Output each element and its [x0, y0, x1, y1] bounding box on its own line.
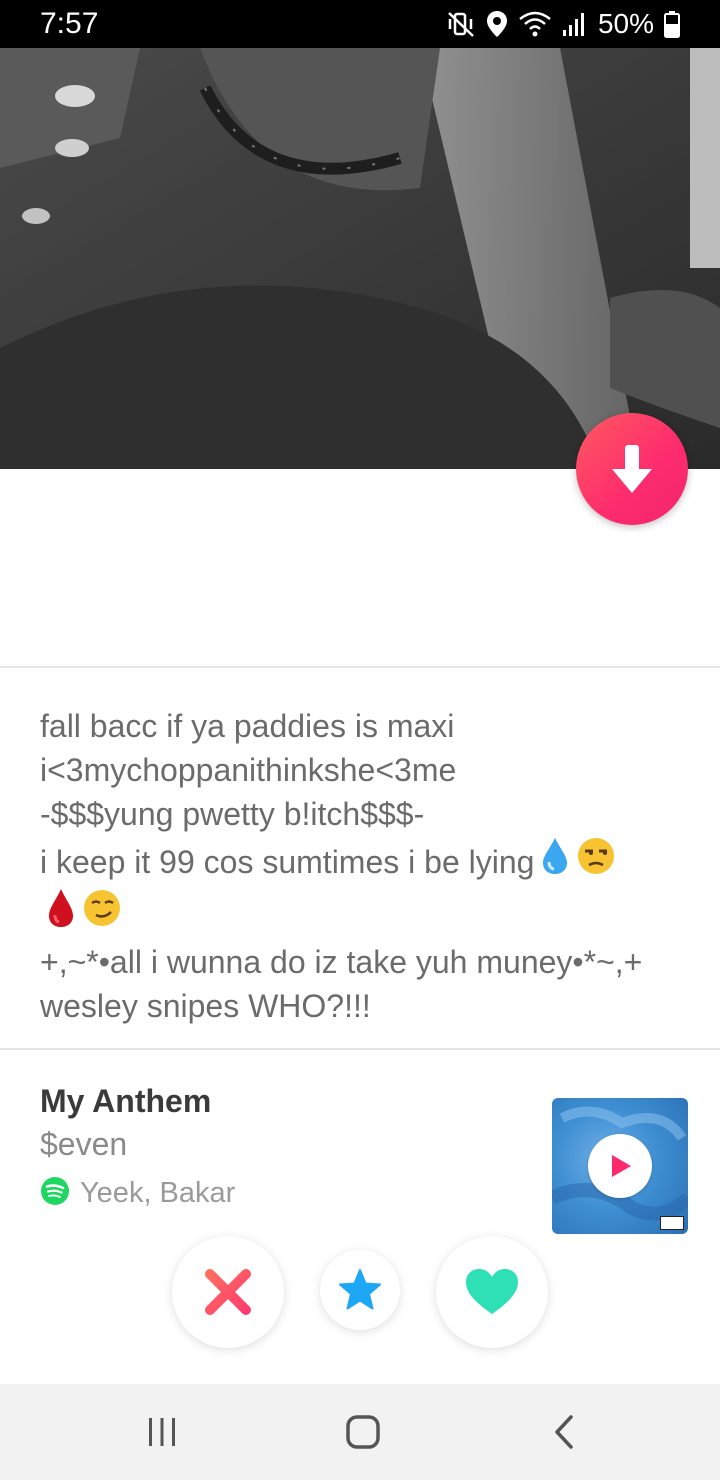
droplet-icon [540, 836, 570, 887]
status-time: 7:57 [40, 7, 99, 40]
status-bar: 7:57 50% [0, 0, 720, 48]
heart-icon [466, 1269, 518, 1314]
profile-photo[interactable] [0, 48, 720, 469]
bio-line: -$$$yung pwetty b!itch$$$- [40, 796, 425, 832]
parental-advisory-label [660, 1216, 684, 1230]
album-art[interactable] [552, 1098, 688, 1234]
play-anthem-button[interactable] [588, 1134, 652, 1198]
back-icon [555, 1415, 573, 1449]
mute-vibrate-icon [446, 10, 476, 38]
anthem-artist: Yeek, Bakar [80, 1177, 236, 1209]
bio-line-emoji [40, 887, 690, 940]
home-button[interactable] [333, 1408, 393, 1456]
recent-apps-icon [149, 1418, 175, 1446]
nope-button[interactable] [172, 1236, 284, 1348]
signal-icon [562, 10, 588, 38]
smirking-face-icon [82, 888, 122, 939]
bio-line: i keep it 99 cos sumtimes i be lying [40, 843, 535, 880]
location-icon [486, 10, 508, 38]
play-icon [612, 1155, 631, 1177]
unamused-face-icon [576, 836, 616, 887]
drop-of-blood-icon [46, 887, 76, 940]
battery-percent: 50% [597, 8, 654, 39]
anthem-song-title: $even [40, 1126, 128, 1162]
bio-line-emoji: i keep it 99 cos sumtimes i be lying [40, 836, 690, 887]
home-icon [346, 1415, 380, 1449]
anthem-artist-row: Yeek, Bakar [40, 1176, 235, 1211]
bio-line: wesley snipes WHO?!!! [40, 988, 371, 1024]
bio-line: i<3mychoppanithinkshe<3me [40, 752, 457, 788]
divider [0, 666, 720, 668]
divider [0, 1048, 720, 1050]
spotify-icon [40, 1176, 70, 1211]
super-like-button[interactable] [320, 1250, 400, 1330]
expand-profile-button[interactable] [576, 413, 688, 525]
status-icons: 50% [446, 9, 680, 39]
profile-bio: fall bacc if ya paddies is maxi i<3mycho… [40, 704, 690, 1028]
bio-line: +,~*•all i wunna do iz take yuh muney•*~… [40, 944, 643, 980]
wifi-icon [518, 10, 552, 38]
action-bar [0, 1236, 720, 1384]
star-icon [339, 1269, 381, 1310]
battery-icon [664, 10, 680, 38]
back-button[interactable] [534, 1408, 594, 1456]
arrow-down-icon [612, 445, 652, 493]
system-nav-bar [0, 1384, 720, 1480]
bio-line: fall bacc if ya paddies is maxi [40, 708, 455, 744]
like-button[interactable] [436, 1236, 548, 1348]
recent-apps-button[interactable] [132, 1408, 192, 1456]
x-icon [205, 1269, 251, 1315]
anthem-heading: My Anthem [40, 1083, 212, 1119]
